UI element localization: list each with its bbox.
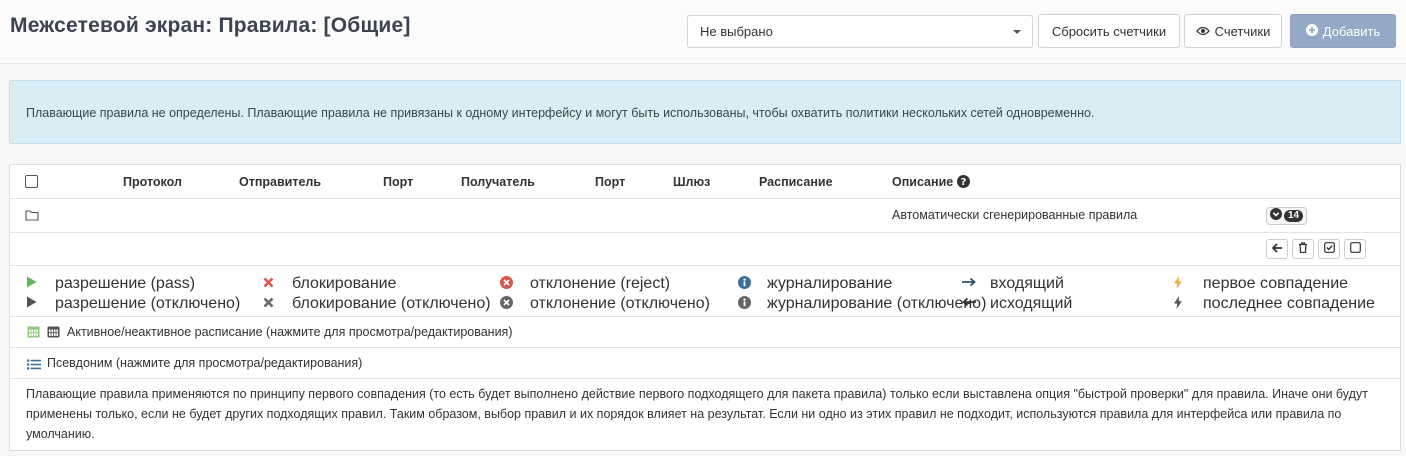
question-circle-icon[interactable]: ? xyxy=(956,175,970,191)
times-icon xyxy=(261,275,275,289)
col-description[interactable]: Описание ? xyxy=(892,175,970,191)
alias-legend-row: Псевдоним (нажмите для просмотра/редакти… xyxy=(10,348,1400,379)
schedule-legend-row: Активное/неактивное расписание (нажмите … xyxy=(10,317,1400,348)
legend-log-disabled: журналирование (отключено) xyxy=(767,295,987,312)
legend-reject: отклонение (reject) xyxy=(530,275,671,292)
caret-down-icon xyxy=(1013,30,1021,34)
page-title: Межсетевой экран: Правила: [Общие] xyxy=(10,14,411,37)
bolt-last-icon xyxy=(1171,295,1185,309)
svg-text:?: ? xyxy=(960,177,966,188)
rules-panel: Протокол Отправитель Порт Получатель Пор… xyxy=(9,164,1401,451)
col-protocol[interactable]: Протокол xyxy=(123,175,182,189)
legend-log: журналирование xyxy=(767,275,893,292)
col-destination[interactable]: Получатель xyxy=(461,175,535,189)
select-all-checkbox[interactable] xyxy=(25,175,38,188)
page-header: Межсетевой экран: Правила: [Общие] Не вы… xyxy=(0,0,1406,64)
disable-selected-button[interactable] xyxy=(1344,239,1366,259)
legend-block-disabled: блокирование (отключено) xyxy=(292,295,491,312)
plus-circle-icon xyxy=(1305,23,1318,39)
arrow-right-icon xyxy=(962,275,976,289)
alias-legend-label: Псевдоним (нажмите для просмотра/редакти… xyxy=(47,356,363,370)
play-icon xyxy=(24,275,38,289)
expand-group-button[interactable]: 14 xyxy=(1266,207,1307,225)
legend-in: входящий xyxy=(990,275,1064,292)
eye-icon xyxy=(1195,24,1210,39)
trash-icon xyxy=(1298,240,1308,258)
table-row[interactable]: Автоматически сгенерированные правила 14 xyxy=(10,199,1400,233)
check-square-icon xyxy=(1323,240,1335,258)
rule-count-badge: 14 xyxy=(1284,210,1304,222)
alert-text: Плавающие правила не определены. Плавающ… xyxy=(26,106,1095,120)
group-description: Автоматически сгенерированные правила xyxy=(892,208,1138,222)
legend-first-match: первое совпадение xyxy=(1203,275,1349,292)
counters-label: Счетчики xyxy=(1214,23,1271,39)
chevron-circle-down-icon xyxy=(1270,207,1282,225)
legend-pass: разрешение (pass) xyxy=(55,275,196,292)
col-source-port[interactable]: Порт xyxy=(383,175,413,189)
reset-counters-label: Сбросить счетчики xyxy=(1051,23,1167,39)
col-gateway[interactable]: Шлюз xyxy=(673,175,710,189)
times-circle-icon xyxy=(499,275,513,289)
reset-counters-button[interactable]: Сбросить счетчики xyxy=(1038,14,1180,48)
list-icon xyxy=(27,357,41,375)
legend-last-match: последнее совпадение xyxy=(1203,295,1375,312)
square-icon xyxy=(1349,240,1361,258)
col-source[interactable]: Отправитель xyxy=(239,175,321,189)
table-header: Протокол Отправитель Порт Получатель Пор… xyxy=(10,165,1400,199)
times-circle-disabled-icon xyxy=(499,295,513,309)
move-selected-button[interactable] xyxy=(1266,239,1288,259)
calendar-inactive-icon xyxy=(47,325,60,343)
times-disabled-icon xyxy=(261,295,275,309)
legend-reject-disabled: отклонение (отключено) xyxy=(530,295,710,312)
interface-select[interactable]: Не выбрано xyxy=(687,15,1033,48)
add-button[interactable]: Добавить xyxy=(1290,14,1396,48)
delete-selected-button[interactable] xyxy=(1292,239,1314,259)
arrow-left-out-icon xyxy=(962,295,976,309)
counters-button[interactable]: Счетчики xyxy=(1184,14,1282,48)
arrow-left-icon xyxy=(1271,240,1283,258)
legend: разрешение (pass) блокирование отклонени… xyxy=(10,266,1400,317)
folder-icon xyxy=(25,208,39,226)
legend-pass-disabled: разрешение (отключено) xyxy=(55,295,241,312)
bulk-actions-row xyxy=(10,233,1400,266)
add-label: Добавить xyxy=(1322,23,1381,39)
info-alert: Плавающие правила не определены. Плавающ… xyxy=(9,80,1401,144)
col-schedule[interactable]: Расписание xyxy=(759,175,833,189)
info-circle-disabled-icon xyxy=(737,295,751,309)
bolt-icon xyxy=(1171,275,1185,289)
legend-block: блокирование xyxy=(292,275,397,292)
col-description-label: Описание xyxy=(892,175,954,189)
legend-out: исходящий xyxy=(990,295,1073,312)
info-circle-icon xyxy=(737,275,751,289)
enable-selected-button[interactable] xyxy=(1318,239,1340,259)
calendar-active-icon xyxy=(27,325,40,343)
select-value: Не выбрано xyxy=(700,24,773,39)
play-disabled-icon xyxy=(24,295,38,309)
schedule-legend-label: Активное/неактивное расписание (нажмите … xyxy=(67,325,513,339)
floating-rules-help: Плавающие правила применяются по принцип… xyxy=(26,387,1368,441)
col-destination-port[interactable]: Порт xyxy=(595,175,625,189)
